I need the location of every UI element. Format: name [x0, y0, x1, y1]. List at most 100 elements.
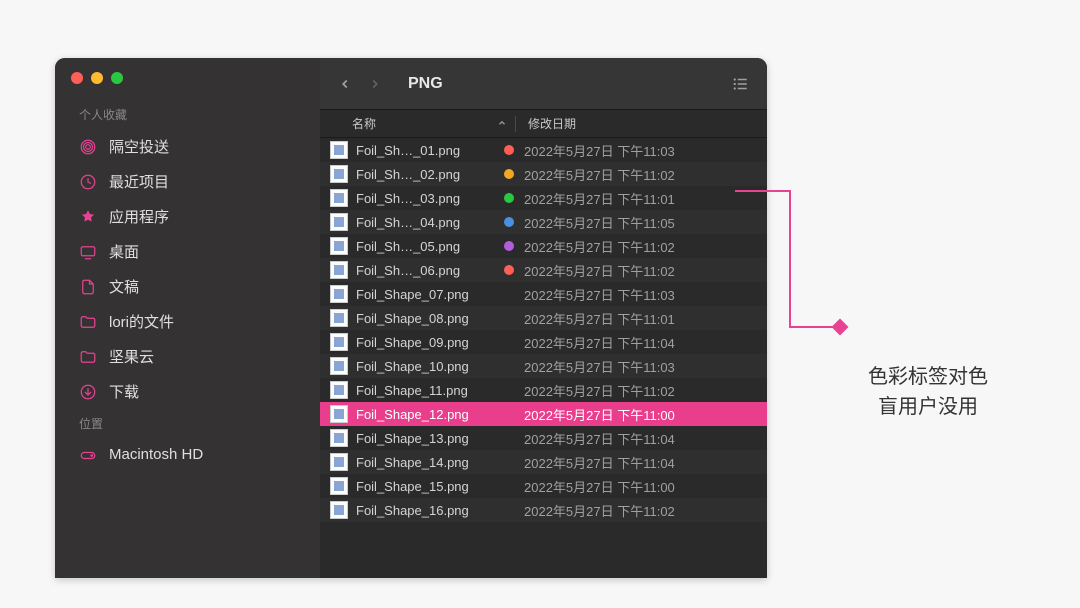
file-name: Foil_Sh…_03.png — [356, 191, 504, 206]
file-name: Foil_Sh…_04.png — [356, 215, 504, 230]
sidebar-item[interactable]: 隔空投送 — [55, 129, 320, 164]
file-row[interactable]: Foil_Shape_13.png2022年5月27日 下午11:04 — [320, 426, 767, 450]
file-date: 2022年5月27日 下午11:04 — [524, 333, 675, 352]
sidebar-item-label: 坚果云 — [109, 346, 154, 367]
view-options-icon[interactable] — [729, 75, 751, 93]
column-name-label: 名称 — [352, 115, 376, 132]
color-tag-icon — [504, 241, 514, 251]
file-date: 2022年5月27日 下午11:00 — [524, 405, 675, 424]
download-icon — [79, 383, 97, 401]
sidebar-item-label: 应用程序 — [109, 206, 169, 227]
folder-icon — [79, 313, 97, 331]
sidebar-item-label: 下载 — [109, 381, 139, 402]
forward-button[interactable] — [366, 75, 384, 93]
file-row[interactable]: Foil_Shape_14.png 2022年5月27日 下午11:04 — [320, 450, 767, 474]
sidebar-item[interactable]: lori的文件 — [55, 304, 320, 339]
file-date: 2022年5月27日 下午11:02 — [524, 381, 675, 400]
annotation-line2: 盲用户没用 — [838, 392, 1018, 422]
file-list: Foil_Sh…_01.png2022年5月27日 下午11:03Foil_Sh… — [320, 138, 767, 578]
file-date: 2022年5月27日 下午11:02 — [524, 237, 675, 256]
file-date: 2022年5月27日 下午11:04 — [524, 453, 675, 472]
file-row[interactable]: Foil_Shape_12.png 2022年5月27日 下午11:00 — [320, 402, 767, 426]
annotation-line1: 色彩标签对色 — [838, 362, 1018, 392]
file-row[interactable]: Foil_Shape_15.png 2022年5月27日 下午11:00 — [320, 474, 767, 498]
file-name: Foil_Shape_12.png — [356, 407, 504, 422]
sidebar-item[interactable]: Macintosh HD — [55, 438, 320, 470]
main-panel: PNG 名称 修改日期 Foil_Sh…_01.png2022年5月27日 下午… — [320, 58, 767, 578]
file-date: 2022年5月27日 下午11:05 — [524, 213, 675, 232]
file-name: Foil_Shape_07.png — [356, 287, 504, 302]
sidebar-item[interactable]: 应用程序 — [55, 199, 320, 234]
file-row[interactable]: Foil_Sh…_06.png 2022年5月27日 下午11:02 — [320, 258, 767, 282]
color-tag-icon — [504, 265, 514, 275]
file-thumbnail-icon — [330, 477, 348, 495]
file-name: Foil_Shape_15.png — [356, 479, 504, 494]
close-button[interactable] — [71, 72, 83, 84]
file-name: Foil_Shape_08.png — [356, 311, 504, 326]
maximize-button[interactable] — [111, 72, 123, 84]
file-row[interactable]: Foil_Shape_07.png 2022年5月27日 下午11:03 — [320, 282, 767, 306]
annotation-endpoint-icon — [832, 319, 849, 336]
file-thumbnail-icon — [330, 237, 348, 255]
file-row[interactable]: Foil_Sh…_02.png 2022年5月27日 下午11:02 — [320, 162, 767, 186]
desktop-icon — [79, 243, 97, 261]
file-name: Foil_Sh…_01.png — [356, 143, 504, 158]
file-thumbnail-icon — [330, 357, 348, 375]
sidebar-item[interactable]: 坚果云 — [55, 339, 320, 374]
file-thumbnail-icon — [330, 165, 348, 183]
airdrop-icon — [79, 138, 97, 156]
toolbar: PNG — [320, 58, 767, 110]
file-date: 2022年5月27日 下午11:00 — [524, 477, 675, 496]
file-thumbnail-icon — [330, 189, 348, 207]
file-date: 2022年5月27日 下午11:02 — [524, 261, 675, 280]
file-row[interactable]: Foil_Shape_11.png 2022年5月27日 下午11:02 — [320, 378, 767, 402]
column-date-header[interactable]: 修改日期 — [515, 116, 767, 132]
color-tag-icon — [504, 145, 514, 155]
column-header: 名称 修改日期 — [320, 110, 767, 138]
file-name: Foil_Shape_11.png — [356, 383, 504, 398]
minimize-button[interactable] — [91, 72, 103, 84]
file-name: Foil_Sh…_05.png — [356, 239, 504, 254]
file-name: Foil_Sh…_02.png — [356, 167, 504, 182]
sidebar-item-label: 桌面 — [109, 241, 139, 262]
file-date: 2022年5月27日 下午11:03 — [524, 285, 675, 304]
file-row[interactable]: Foil_Shape_09.png2022年5月27日 下午11:04 — [320, 330, 767, 354]
folder-title: PNG — [408, 75, 443, 93]
sidebar-item[interactable]: 下载 — [55, 374, 320, 409]
file-date: 2022年5月27日 下午11:01 — [524, 309, 675, 328]
color-tag-icon — [504, 217, 514, 227]
sidebar-item[interactable]: 文稿 — [55, 269, 320, 304]
file-thumbnail-icon — [330, 261, 348, 279]
file-name: Foil_Shape_13.png — [356, 431, 504, 446]
file-thumbnail-icon — [330, 501, 348, 519]
sidebar-item[interactable]: 桌面 — [55, 234, 320, 269]
file-date: 2022年5月27日 下午11:02 — [524, 165, 675, 184]
file-row[interactable]: Foil_Sh…_05.png 2022年5月27日 下午11:02 — [320, 234, 767, 258]
file-row[interactable]: Foil_Shape_16.png 2022年5月27日 下午11:02 — [320, 498, 767, 522]
file-name: Foil_Shape_16.png — [356, 503, 504, 518]
back-button[interactable] — [336, 75, 354, 93]
sidebar-item-label: 最近项目 — [109, 171, 169, 192]
sort-indicator-icon — [497, 117, 507, 131]
sidebar-item-label: 文稿 — [109, 276, 139, 297]
file-date: 2022年5月27日 下午11:01 — [524, 189, 675, 208]
file-thumbnail-icon — [330, 309, 348, 327]
file-row[interactable]: Foil_Sh…_03.png 2022年5月27日 下午11:01 — [320, 186, 767, 210]
file-name: Foil_Shape_14.png — [356, 455, 504, 470]
file-row[interactable]: Foil_Shape_10.png2022年5月27日 下午11:03 — [320, 354, 767, 378]
folder-icon — [79, 348, 97, 366]
file-thumbnail-icon — [330, 333, 348, 351]
file-row[interactable]: Foil_Sh…_01.png2022年5月27日 下午11:03 — [320, 138, 767, 162]
sidebar-item[interactable]: 最近项目 — [55, 164, 320, 199]
file-row[interactable]: Foil_Sh…_04.png 2022年5月27日 下午11:05 — [320, 210, 767, 234]
apps-icon — [79, 208, 97, 226]
file-row[interactable]: Foil_Shape_08.png 2022年5月27日 下午11:01 — [320, 306, 767, 330]
file-date: 2022年5月27日 下午11:02 — [524, 501, 675, 520]
sidebar-item-label: 隔空投送 — [109, 136, 169, 157]
column-name-header[interactable]: 名称 — [320, 115, 515, 132]
annotation-text: 色彩标签对色 盲用户没用 — [838, 362, 1018, 422]
clock-icon — [79, 173, 97, 191]
file-name: Foil_Sh…_06.png — [356, 263, 504, 278]
file-thumbnail-icon — [330, 285, 348, 303]
window-controls — [55, 72, 320, 100]
